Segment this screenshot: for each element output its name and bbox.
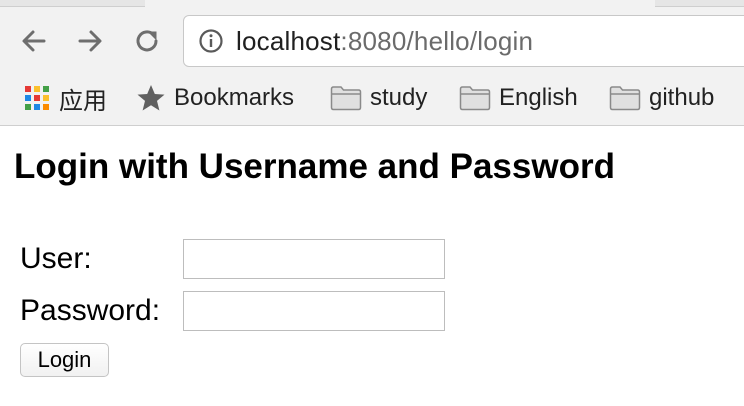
bookmark-apps-label: 应用 — [59, 87, 107, 115]
bookmark-folder-study[interactable]: study — [330, 80, 427, 116]
bookmarks-bar: 应用 Bookmarks study English github — [0, 78, 744, 118]
bookmark-folder-label: English — [499, 84, 578, 111]
tab-edge-right[interactable] — [655, 0, 744, 7]
bookmark-apps[interactable]: 应用 — [23, 80, 107, 116]
folder-icon — [609, 85, 641, 111]
forward-button[interactable] — [75, 26, 105, 56]
address-bar[interactable]: localhost:8080/hello/login — [183, 15, 744, 67]
back-arrow-icon — [22, 30, 46, 52]
bookmark-folder-label: github — [649, 84, 715, 111]
password-label: Password: — [20, 294, 161, 327]
tab-strip — [0, 0, 744, 8]
folder-icon — [459, 85, 491, 111]
page-content: Login with Username and Password User: P… — [0, 127, 744, 406]
url-text[interactable]: localhost:8080/hello/login — [236, 26, 533, 57]
bookmark-folder-label: study — [370, 84, 428, 111]
reload-icon — [136, 30, 158, 52]
login-button[interactable]: Login — [20, 343, 109, 377]
bookmark-bookmarks-label: Bookmarks — [174, 84, 295, 111]
reload-button[interactable] — [132, 26, 162, 56]
forward-arrow-icon — [78, 30, 102, 52]
browser-chrome: localhost:8080/hello/login 应用 Bookmarks — [0, 0, 744, 126]
back-button[interactable] — [19, 26, 49, 56]
user-label: User: — [20, 242, 92, 275]
tab-edge-left[interactable] — [0, 0, 145, 7]
apps-grid-icon — [23, 84, 51, 112]
info-icon[interactable] — [198, 28, 224, 54]
url-path: :8080/hello/login — [340, 25, 534, 56]
bookmark-folder-english[interactable]: English — [459, 80, 578, 116]
password-input[interactable] — [183, 291, 445, 331]
username-input[interactable] — [183, 239, 445, 279]
folder-icon — [330, 85, 362, 111]
bookmark-folder-github[interactable]: github — [609, 80, 714, 116]
star-icon — [136, 83, 166, 113]
bookmark-bookmarks[interactable]: Bookmarks — [136, 80, 294, 116]
url-host: localhost — [236, 25, 341, 56]
page-title: Login with Username and Password — [14, 147, 615, 186]
